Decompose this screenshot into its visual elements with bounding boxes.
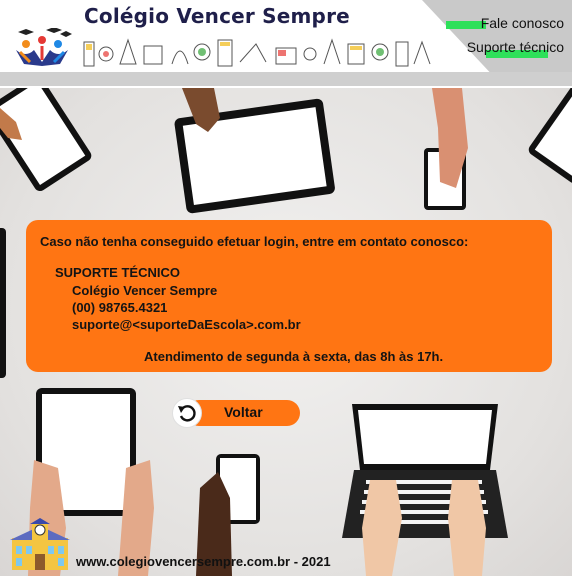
school-name: Colégio Vencer Sempre — [84, 4, 350, 28]
back-button[interactable]: Voltar — [172, 398, 300, 428]
school-logo-icon — [16, 28, 72, 66]
support-hours: Atendimento de segunda à sexta, das 8h à… — [144, 349, 444, 364]
footer-url: www.colegiovencersempre.com.br - 2021 — [76, 554, 331, 569]
corner-background — [422, 0, 572, 72]
back-button-label[interactable]: Voltar — [224, 404, 263, 420]
back-icon-circle[interactable] — [172, 398, 202, 428]
header: Colégio Vencer Sempre Fale conosco Supor… — [0, 0, 572, 72]
suporte-tecnico-link[interactable]: Suporte técnico — [467, 39, 564, 55]
header-links-corner — [422, 0, 572, 72]
support-phone: (00) 98765.4321 — [72, 300, 168, 315]
support-email: suporte@<suporteDaEscola>.com.br — [72, 317, 301, 332]
support-section-title: SUPORTE TÉCNICO — [55, 265, 180, 280]
header-divider — [0, 72, 572, 86]
info-intro: Caso não tenha conseguido efetuar login,… — [40, 234, 469, 249]
fale-conosco-link[interactable]: Fale conosco — [481, 15, 564, 31]
school-doodles-decoration — [83, 38, 431, 67]
contact-info-box: Caso não tenha conseguido efetuar login,… — [26, 220, 552, 372]
support-school-name: Colégio Vencer Sempre — [72, 283, 218, 298]
school-building-icon — [10, 518, 70, 570]
undo-icon — [178, 405, 196, 422]
